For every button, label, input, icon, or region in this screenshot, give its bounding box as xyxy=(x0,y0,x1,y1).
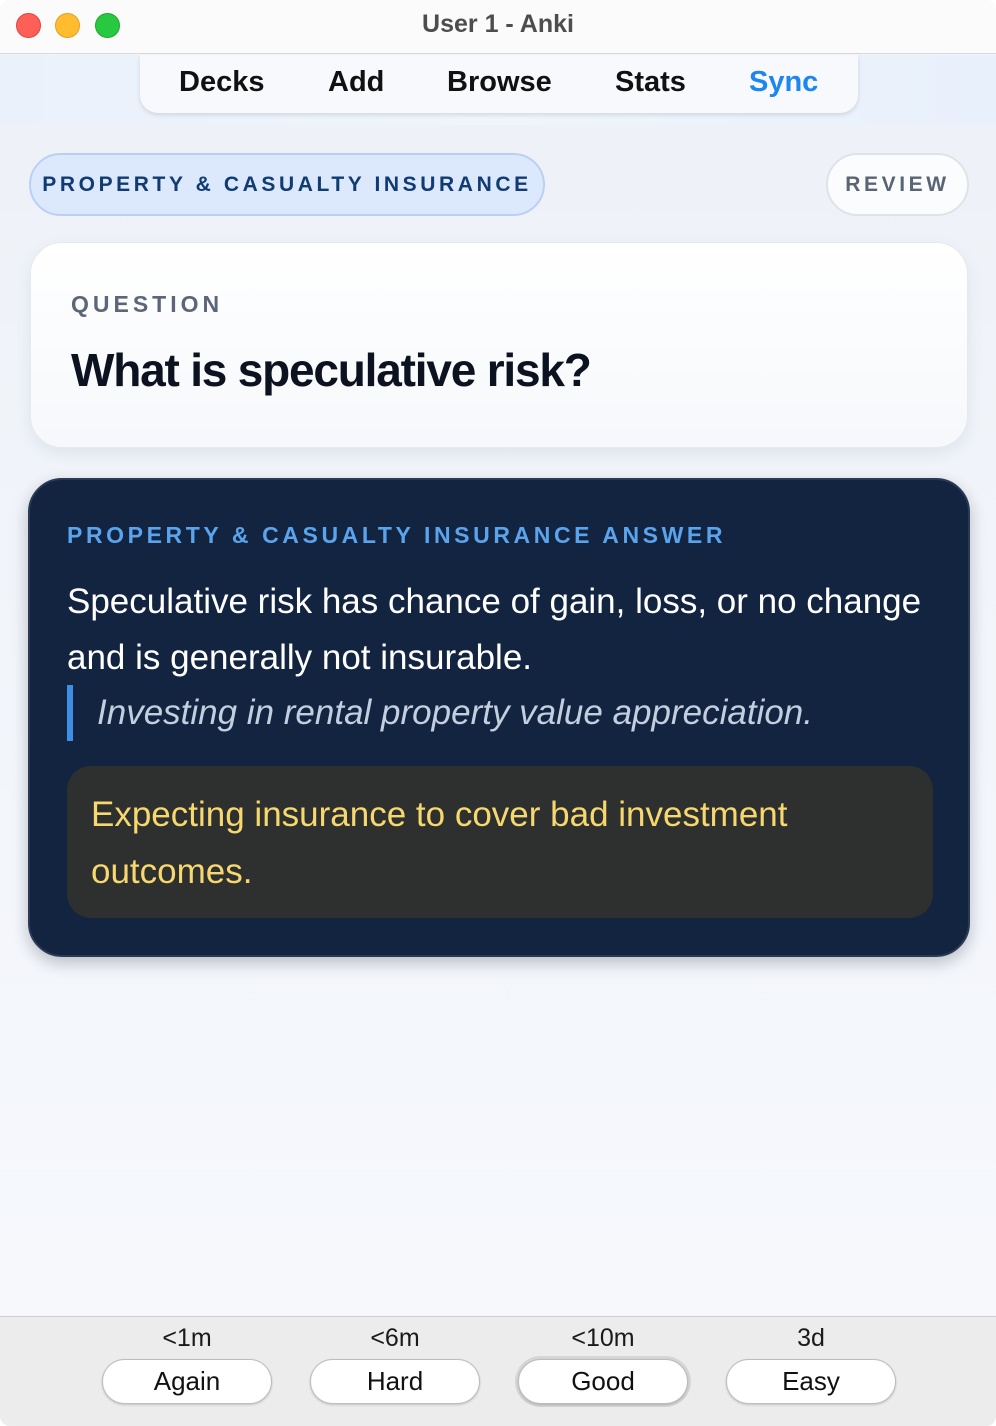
question-card: QUESTION What is speculative risk? xyxy=(30,242,968,448)
nav-stats-link[interactable]: Stats xyxy=(615,66,686,99)
main-nav: Decks Add Browse Stats Sync xyxy=(140,55,858,113)
again-interval: <1m xyxy=(162,1324,212,1352)
nav-sync-link[interactable]: Sync xyxy=(749,66,818,99)
good-interval: <10m xyxy=(571,1324,635,1352)
title-bar: User 1 - Anki xyxy=(0,0,996,54)
example-quote: Investing in rental property value appre… xyxy=(67,685,927,741)
easy-button[interactable]: Easy xyxy=(726,1359,896,1404)
question-text: What is speculative risk? xyxy=(71,344,592,396)
answer-card: PROPERTY & CASUALTY INSURANCE ANSWER Spe… xyxy=(28,478,970,957)
hard-button[interactable]: Hard xyxy=(310,1359,480,1404)
nav-decks-link[interactable]: Decks xyxy=(179,66,264,99)
window-title: User 1 - Anki xyxy=(422,10,574,38)
toolbar-area: Decks Add Browse Stats Sync xyxy=(0,55,996,125)
easy-interval: 3d xyxy=(797,1324,825,1352)
review-content: PROPERTY & CASUALTY INSURANCE REVIEW QUE… xyxy=(0,125,996,1315)
ease-easy-group: 3d Easy xyxy=(725,1317,897,1404)
answer-text: Speculative risk has chance of gain, los… xyxy=(67,582,922,677)
warning-note: Expecting insurance to cover bad investm… xyxy=(67,766,933,918)
again-button[interactable]: Again xyxy=(102,1359,272,1404)
nav-add-link[interactable]: Add xyxy=(328,66,384,99)
review-mode-badge: REVIEW xyxy=(826,153,969,216)
good-button[interactable]: Good xyxy=(518,1359,688,1404)
ease-hard-group: <6m Hard xyxy=(309,1317,481,1404)
deck-name-badge: PROPERTY & CASUALTY INSURANCE xyxy=(29,153,545,216)
question-label: QUESTION xyxy=(71,291,224,317)
nav-browse-link[interactable]: Browse xyxy=(447,66,552,99)
anki-window: User 1 - Anki Decks Add Browse Stats Syn… xyxy=(0,0,996,1426)
ease-good-group: <10m Good xyxy=(517,1317,689,1404)
hard-interval: <6m xyxy=(370,1324,420,1352)
ease-button-bar: <1m Again <6m Hard <10m Good 3d Easy xyxy=(0,1316,996,1426)
answer-label: PROPERTY & CASUALTY INSURANCE ANSWER xyxy=(67,522,727,548)
ease-again-group: <1m Again xyxy=(101,1317,273,1404)
